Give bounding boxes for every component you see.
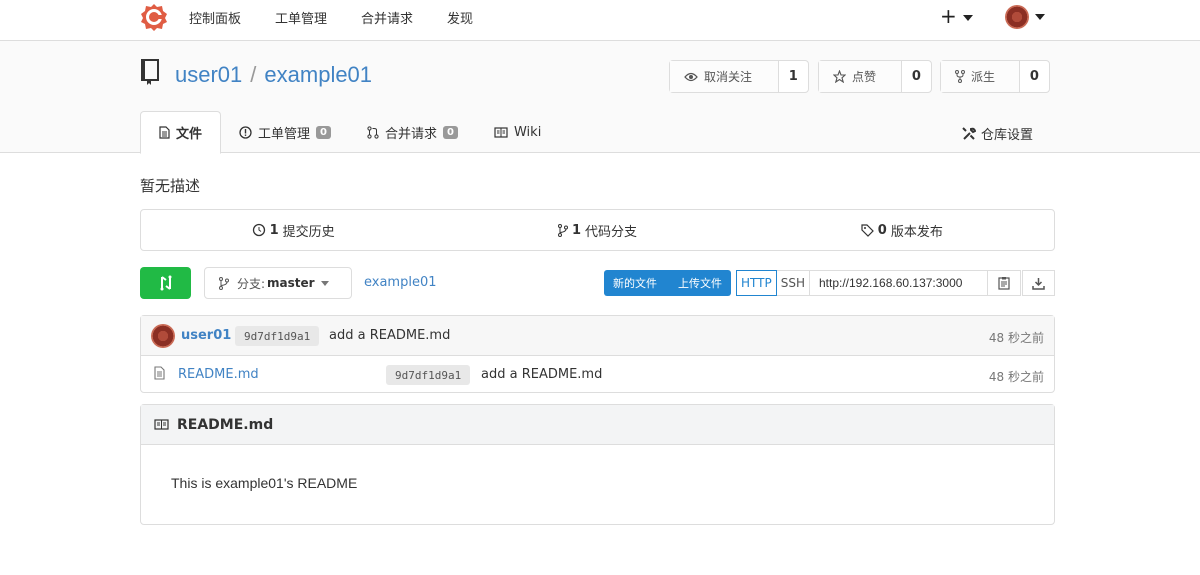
clone-url-input[interactable]: http://192.168.60.137:3000	[809, 270, 988, 296]
readme-header: README.md	[141, 405, 1054, 445]
clone-panel: HTTP SSH http://192.168.60.137:3000	[736, 270, 1055, 296]
readme-content: This is example01's README	[171, 475, 358, 491]
branches-link[interactable]: 1 代码分支	[445, 210, 749, 250]
repo-title-separator: /	[250, 62, 257, 87]
watch-label[interactable]: 取消关注	[670, 61, 779, 92]
commits-link[interactable]: 1 提交历史	[141, 210, 445, 250]
download-button[interactable]	[1021, 270, 1055, 296]
repo-owner-link[interactable]: user01	[175, 62, 242, 87]
tab-issues[interactable]: 工单管理 0	[221, 111, 349, 153]
branch-dropdown[interactable]: 分支: master	[204, 267, 352, 299]
chevron-down-icon	[962, 14, 973, 21]
chevron-down-icon	[1035, 14, 1045, 20]
compare-button[interactable]	[140, 267, 191, 299]
watch-count[interactable]: 1	[779, 61, 808, 92]
watch-button[interactable]: 取消关注 1	[669, 60, 809, 93]
pull-request-icon	[367, 125, 379, 139]
issues-count-badge: 0	[316, 125, 331, 139]
branch-icon	[219, 276, 229, 290]
avatar	[1005, 5, 1029, 29]
fork-label[interactable]: 派生	[941, 61, 1020, 92]
releases-link[interactable]: 0 版本发布	[750, 210, 1054, 250]
file-actions-group: 新的文件 上传文件	[604, 270, 731, 296]
tag-icon	[861, 223, 874, 237]
tab-files[interactable]: 文件	[140, 111, 222, 154]
commit-sha-link[interactable]: 9d7df1d9a1	[235, 326, 320, 346]
fork-icon	[955, 70, 965, 83]
fork-count[interactable]: 0	[1020, 61, 1049, 92]
nav-dashboard[interactable]: 控制面板	[189, 8, 241, 27]
star-icon	[833, 70, 846, 83]
readme-panel: README.md This is example01's README	[140, 404, 1055, 525]
readme-title: README.md	[177, 416, 274, 433]
ssh-clone-button[interactable]: SSH	[776, 270, 810, 296]
http-clone-button[interactable]: HTTP	[736, 270, 777, 296]
commit-time: 48 秒之前	[988, 331, 1044, 345]
tab-wiki[interactable]: Wiki	[476, 111, 559, 153]
commit-author-link[interactable]: user01	[181, 328, 231, 343]
repo-stats-bar: 1 提交历史 1 代码分支 0 版本发布	[140, 209, 1055, 251]
book-icon	[154, 419, 169, 430]
clipboard-icon	[998, 277, 1010, 290]
commit-message: add a README.md	[329, 328, 451, 343]
nav-pulls[interactable]: 合并请求	[361, 8, 413, 27]
file-commit-time: 48 秒之前	[988, 370, 1044, 384]
compare-icon	[160, 275, 171, 291]
tab-pull-requests[interactable]: 合并请求 0	[349, 111, 476, 153]
top-navbar: 控制面板 工单管理 合并请求 发现 +	[0, 0, 1200, 41]
branch-icon	[557, 223, 568, 237]
fork-button[interactable]: 派生 0	[940, 60, 1050, 93]
new-file-button[interactable]: 新的文件	[604, 270, 669, 296]
copy-url-button[interactable]	[987, 270, 1021, 296]
breadcrumb-repo[interactable]: example01	[364, 275, 437, 290]
nav-issues[interactable]: 工单管理	[275, 8, 327, 27]
file-icon	[154, 366, 165, 380]
eye-icon	[684, 72, 698, 81]
create-new-menu[interactable]: +	[940, 4, 973, 28]
file-icon	[159, 126, 170, 139]
download-icon	[1032, 277, 1045, 290]
repo-description: 暂无描述	[140, 177, 201, 195]
star-count[interactable]: 0	[902, 61, 931, 92]
repo-icon	[141, 59, 159, 85]
tab-settings[interactable]: 仓库设置	[962, 124, 1033, 143]
chevron-down-icon	[320, 280, 329, 286]
book-icon	[494, 126, 508, 138]
issue-icon	[239, 125, 252, 139]
star-button[interactable]: 点赞 0	[818, 60, 932, 93]
latest-commit-row: user01 9d7df1d9a1 add a README.md 48 秒之前	[141, 316, 1054, 356]
upload-file-button[interactable]: 上传文件	[669, 270, 731, 296]
file-commit-message[interactable]: add a README.md	[481, 367, 602, 382]
gogs-logo-icon[interactable]	[140, 3, 168, 31]
file-list: user01 9d7df1d9a1 add a README.md 48 秒之前…	[140, 315, 1055, 393]
repo-title: user01 / example01	[175, 62, 372, 88]
file-commit-sha-link[interactable]: 9d7df1d9a1	[386, 365, 471, 385]
nav-explore[interactable]: 发现	[447, 8, 473, 27]
repo-tabs: 文件 工单管理 0 合并请求 0 Wiki	[140, 111, 559, 154]
wrench-icon	[962, 126, 976, 140]
history-icon	[252, 223, 265, 237]
star-label[interactable]: 点赞	[819, 61, 902, 92]
plus-icon: +	[940, 4, 957, 28]
table-row: README.md 9d7df1d9a1 add a README.md 48 …	[141, 356, 1054, 393]
file-name-link[interactable]: README.md	[178, 367, 259, 382]
user-menu[interactable]	[1005, 5, 1045, 29]
pulls-count-badge: 0	[443, 125, 458, 139]
avatar[interactable]	[151, 324, 175, 348]
repo-name-link[interactable]: example01	[264, 62, 372, 87]
